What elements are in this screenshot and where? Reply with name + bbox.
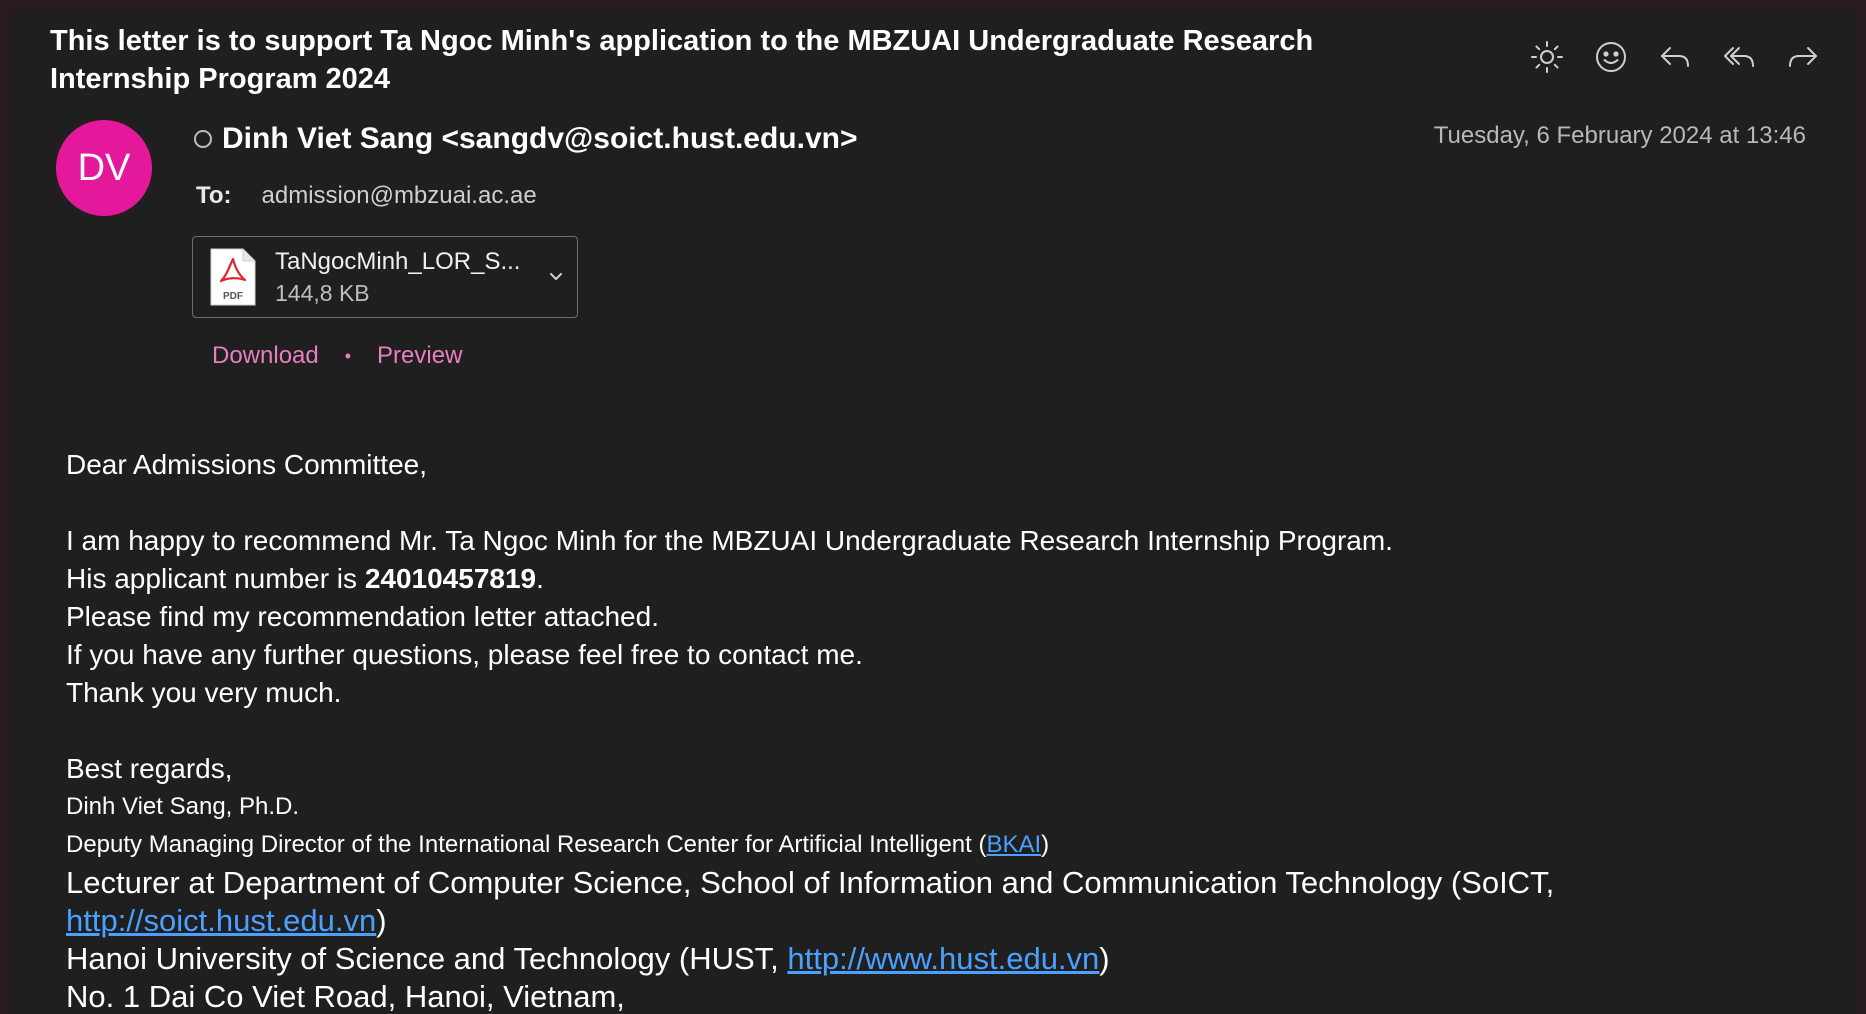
reply-all-icon[interactable] xyxy=(1720,38,1758,76)
signature-lecturer: Lecturer at Department of Computer Scien… xyxy=(66,865,1555,938)
unread-indicator-icon[interactable] xyxy=(194,130,212,148)
sender-name[interactable]: Dinh Viet Sang <sangdv@soict.hust.edu.vn… xyxy=(222,122,858,156)
reply-icon[interactable] xyxy=(1656,38,1694,76)
download-link[interactable]: Download xyxy=(212,342,319,370)
action-separator: • xyxy=(344,345,352,366)
attachment-size: 144,8 KB xyxy=(275,279,370,306)
attachment-name: TaNgocMinh_LOR_S... xyxy=(275,247,521,275)
attachment-card[interactable]: PDF TaNgocMinh_LOR_S... 144,8 KB xyxy=(192,236,578,318)
forward-icon[interactable] xyxy=(1784,38,1822,76)
sender-avatar: DV xyxy=(56,120,152,216)
to-label: To: xyxy=(196,182,232,209)
pdf-file-icon: PDF xyxy=(210,248,256,306)
email-date: Tuesday, 6 February 2024 at 13:46 xyxy=(1433,122,1806,149)
signature-university: Hanoi University of Science and Technolo… xyxy=(66,941,1110,976)
recipient-address[interactable]: admission@mbzuai.ac.ae xyxy=(262,182,537,209)
signature-address: No. 1 Dai Co Viet Road, Hanoi, Vietnam, xyxy=(66,979,625,1014)
attachment-actions: Download • Preview xyxy=(212,342,462,370)
preview-link[interactable]: Preview xyxy=(377,342,462,370)
brightness-icon[interactable] xyxy=(1528,38,1566,76)
signature-name: Dinh Viet Sang, Ph.D. xyxy=(66,793,300,820)
signature-role: Deputy Managing Director of the Internat… xyxy=(66,831,1050,858)
email-subject: This letter is to support Ta Ngoc Minh's… xyxy=(50,25,1314,95)
email-body: Dear Admissions Committee, I am happy to… xyxy=(66,446,1554,1014)
chevron-down-icon[interactable] xyxy=(545,265,567,287)
applicant-number: 24010457819 xyxy=(364,563,537,594)
emoji-icon[interactable] xyxy=(1592,38,1630,76)
body-line-2: His applicant number is 24010457819. xyxy=(66,563,544,594)
hust-link[interactable]: http://www.hust.edu.vn xyxy=(787,941,1099,976)
soict-link[interactable]: http://soict.hust.edu.vn xyxy=(66,903,376,938)
body-line-1: I am happy to recommend Mr. Ta Ngoc Minh… xyxy=(66,525,1393,556)
sender-row: Dinh Viet Sang <sangdv@soict.hust.edu.vn… xyxy=(194,122,858,156)
attachment-info: TaNgocMinh_LOR_S... 144,8 KB xyxy=(275,248,520,307)
bkai-link[interactable]: BKAI xyxy=(986,831,1041,858)
pdf-type-label: PDF xyxy=(223,291,243,302)
greeting: Dear Admissions Committee, xyxy=(66,449,428,480)
mail-window: This letter is to support Ta Ngoc Minh's… xyxy=(8,8,1858,1014)
closing: Best regards, xyxy=(66,753,233,784)
message-toolbar xyxy=(1528,38,1822,76)
recipient-row: To: admission@mbzuai.ac.ae xyxy=(196,182,537,210)
body-line-3: Please find my recommendation letter att… xyxy=(66,601,659,632)
body-line-5: Thank you very much. xyxy=(66,677,342,708)
body-line-4: If you have any further questions, pleas… xyxy=(66,639,863,670)
